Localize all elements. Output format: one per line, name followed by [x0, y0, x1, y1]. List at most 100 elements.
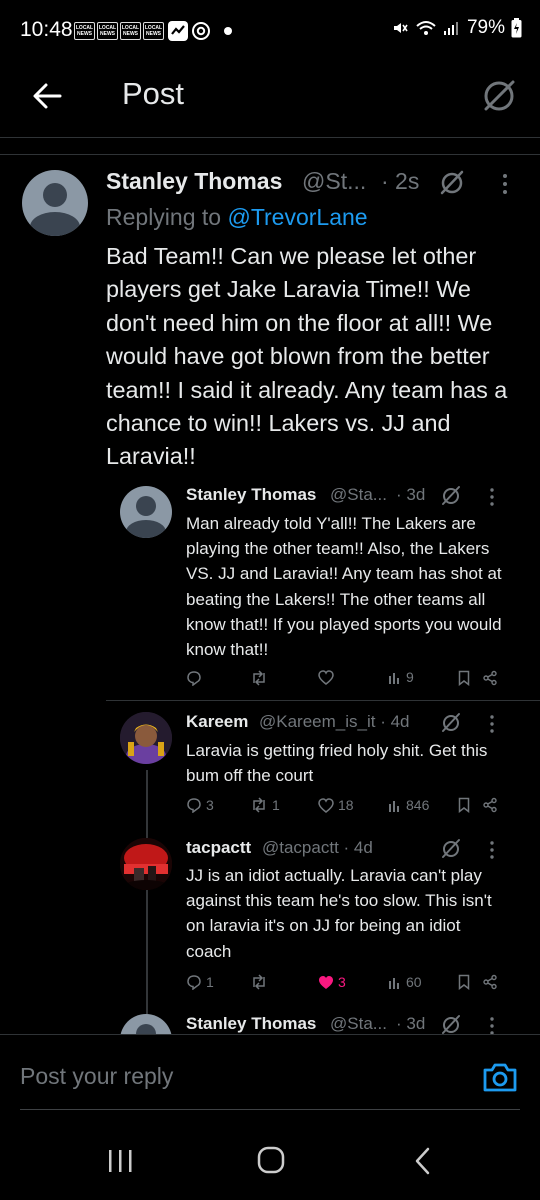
views-count: 60	[406, 974, 422, 990]
more-options-icon[interactable]	[487, 714, 497, 734]
repost-icon[interactable]	[250, 670, 268, 686]
bookmark-icon[interactable]	[458, 670, 470, 686]
author-name[interactable]: tacpactt	[186, 838, 251, 858]
camera-button[interactable]	[482, 1061, 518, 1093]
bookmark-icon[interactable]	[458, 974, 470, 990]
reply-icon	[187, 975, 201, 990]
reply-button[interactable]: 1	[186, 974, 214, 990]
bookmark-icon[interactable]	[458, 797, 470, 813]
page-title: Post	[122, 76, 185, 111]
status-time: 10:48	[20, 18, 73, 41]
top-bar: Post	[0, 62, 540, 138]
repost-count: 1	[272, 797, 280, 813]
author-name[interactable]: Stanley Thomas	[186, 1014, 316, 1034]
grok-button[interactable]	[478, 74, 520, 116]
app-notification-icon	[168, 21, 188, 41]
more-options-icon[interactable]	[487, 1016, 497, 1036]
post-time: · 2s	[381, 168, 420, 194]
back-arrow-icon	[33, 83, 62, 109]
repost-icon	[253, 797, 265, 813]
local-news-icon: LOCAL NEWS	[143, 22, 164, 40]
like-icon[interactable]	[318, 670, 334, 685]
divider	[106, 700, 540, 701]
like-button[interactable]: 18	[318, 797, 354, 813]
camera-icon	[483, 1063, 517, 1092]
recents-icon	[109, 1150, 132, 1172]
battery-percent: 79%	[466, 17, 505, 38]
grok-icon[interactable]	[438, 168, 466, 196]
more-options-icon[interactable]	[487, 487, 497, 507]
share-icon[interactable]	[482, 670, 498, 686]
home-icon	[257, 1146, 285, 1174]
reply-bar: Post your reply	[0, 1034, 540, 1122]
replying-to: Replying to @TrevorLane	[106, 204, 368, 230]
home-button[interactable]	[251, 1144, 291, 1178]
reply-input-underline	[20, 1109, 520, 1110]
reply-count: 1	[206, 974, 214, 990]
reply-input[interactable]: Post your reply	[20, 1063, 173, 1090]
author-handle[interactable]: @tacpactt · 4d	[262, 838, 373, 858]
author-name[interactable]: Stanley Thomas	[186, 485, 316, 505]
author-handle[interactable]: @Kareem_is_it · 4d	[259, 712, 410, 732]
threads-icon	[191, 21, 211, 41]
reply-count: 3	[206, 797, 214, 813]
like-button[interactable]: 3	[318, 974, 346, 990]
repost-icon[interactable]	[250, 974, 268, 990]
views-button[interactable]: 9	[388, 669, 414, 685]
divider	[0, 154, 540, 155]
author-handle[interactable]: @Sta...	[330, 485, 387, 505]
post-time: · 3d	[396, 1014, 426, 1033]
notification-dot-icon	[224, 27, 232, 35]
like-count: 3	[338, 974, 346, 990]
status-bar: 10:48 LOCAL NEWS LOCAL NEWS LOCAL NEWS LOCA…	[0, 0, 540, 62]
status-right: 79%	[391, 17, 522, 39]
post-time: · 3d	[396, 485, 426, 504]
views-count: 846	[406, 797, 430, 813]
recents-button[interactable]	[100, 1144, 140, 1178]
system-nav-bar	[0, 1122, 540, 1200]
grok-icon[interactable]	[440, 837, 462, 859]
local-news-icon: LOCAL NEWS	[97, 22, 118, 40]
local-news-icon: LOCAL NEWS	[120, 22, 141, 40]
thread-line	[146, 770, 148, 1032]
avatar[interactable]	[120, 712, 172, 764]
liked-heart-icon	[319, 975, 333, 989]
author-name[interactable]: Stanley Thomas	[106, 168, 282, 195]
back-button[interactable]	[28, 76, 68, 116]
reply-button[interactable]: 3	[186, 797, 214, 813]
back-nav-icon	[415, 1147, 430, 1175]
avatar[interactable]	[22, 170, 88, 236]
views-count: 9	[406, 669, 414, 685]
repost-button[interactable]: 1	[250, 797, 280, 813]
reply-text: Man already told Y'all!! The Lakers are …	[186, 514, 502, 660]
avatar[interactable]	[120, 838, 172, 890]
share-icon[interactable]	[482, 797, 498, 813]
mute-icon	[393, 23, 408, 33]
reply-icon[interactable]	[186, 670, 202, 686]
back-nav-button[interactable]	[404, 1144, 444, 1178]
local-news-icon: LOCAL NEWS	[74, 22, 95, 40]
like-count: 18	[338, 797, 354, 813]
share-icon[interactable]	[482, 974, 498, 990]
replying-to-link[interactable]: @TrevorLane	[227, 204, 367, 230]
views-button[interactable]: 60	[388, 974, 422, 990]
wifi-icon	[416, 21, 436, 35]
views-icon	[389, 801, 399, 812]
author-name[interactable]: Kareem	[186, 712, 248, 732]
avatar[interactable]	[120, 486, 172, 538]
views-button[interactable]: 846	[388, 797, 429, 813]
reply-text: Laravia is getting fried holy shit. Get …	[186, 741, 488, 786]
grok-icon[interactable]	[440, 711, 462, 733]
reply-icon	[187, 798, 201, 813]
grok-icon[interactable]	[440, 484, 462, 506]
author-handle[interactable]: @St...	[302, 168, 366, 195]
more-options-icon[interactable]	[487, 840, 497, 860]
more-options-icon[interactable]	[500, 172, 510, 196]
views-icon	[389, 978, 399, 989]
signal-icon	[443, 22, 458, 35]
battery-icon	[511, 18, 522, 38]
views-icon	[389, 673, 399, 684]
like-icon	[318, 797, 334, 813]
grok-icon[interactable]	[440, 1013, 462, 1035]
author-handle[interactable]: @Sta...	[330, 1014, 387, 1034]
